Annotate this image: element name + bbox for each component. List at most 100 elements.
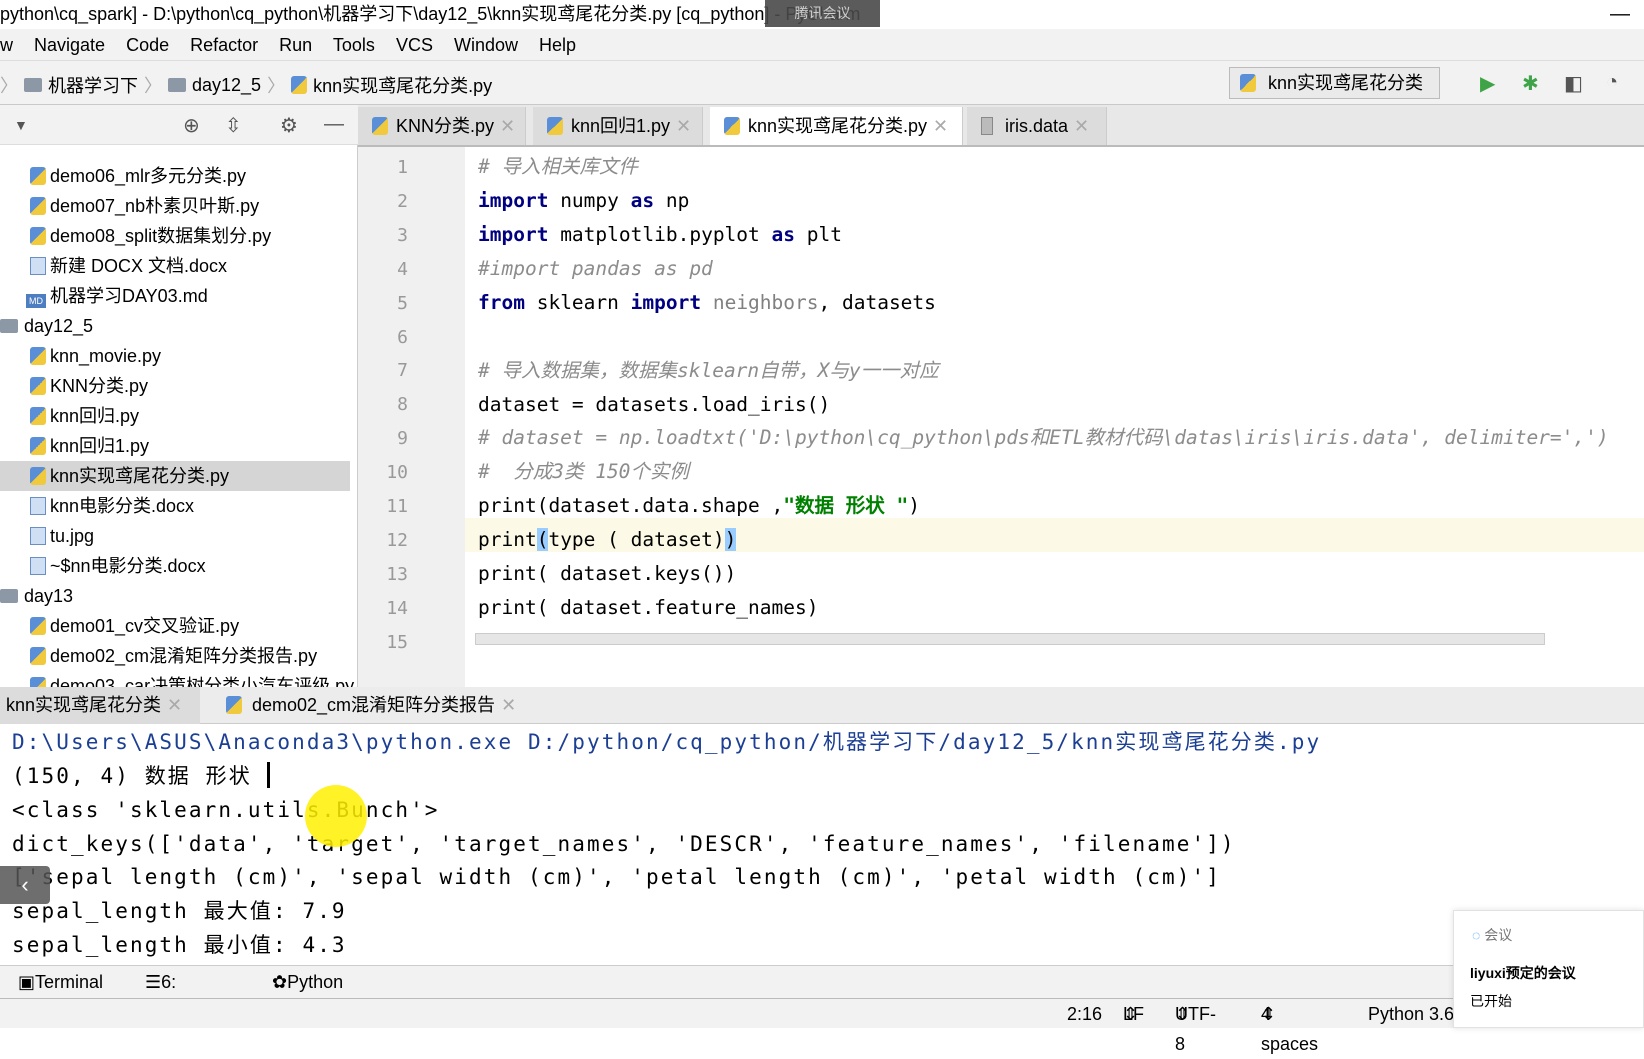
close-icon[interactable]: ✕ xyxy=(933,116,948,136)
line-separator[interactable]: LF ⇕ xyxy=(1123,999,1144,1029)
tree-item[interactable]: day13 xyxy=(0,581,350,611)
code-line: #import pandas as pd xyxy=(478,257,713,280)
line-number: 10 xyxy=(386,462,408,484)
coverage-icon[interactable]: ◧ xyxy=(1564,71,1583,96)
mouse-cursor-highlight xyxy=(305,785,367,847)
line-number: 1 xyxy=(397,157,408,178)
tree-item[interactable]: ~$nn电影分类.docx xyxy=(0,551,350,581)
menu-window[interactable]: Window xyxy=(454,35,518,55)
line-number: 7 xyxy=(397,360,408,382)
tree-item[interactable]: day12_5 xyxy=(0,311,350,341)
menu-tools[interactable]: Tools xyxy=(333,35,375,55)
code-line: import numpy as np xyxy=(478,189,690,212)
python-file-icon xyxy=(372,117,388,135)
run-tab-demo02[interactable]: demo02_cm混淆矩阵分类报告 ✕ xyxy=(220,687,522,724)
breadcrumb-item[interactable]: knn实现鸢尾花分类.py xyxy=(313,72,492,98)
hide-icon[interactable]: — xyxy=(324,113,344,136)
run-config-label: knn实现鸢尾花分类 xyxy=(1268,73,1424,93)
console-line: (150, 4) 数据 形状 xyxy=(12,759,270,793)
close-icon[interactable]: ✕ xyxy=(500,116,515,136)
close-icon[interactable]: ✕ xyxy=(1074,116,1089,136)
folder-icon xyxy=(168,78,186,92)
tab-knn-iris[interactable]: knn实现鸢尾花分类.py ✕ xyxy=(710,107,963,145)
tree-item[interactable]: demo07_nb朴素贝叶斯.py xyxy=(0,191,350,221)
menu-view[interactable]: w xyxy=(0,35,13,55)
run-icon[interactable]: ▶ xyxy=(1480,71,1495,96)
tree-item-label: demo02_cm混淆矩阵分类报告.py xyxy=(50,646,318,666)
run-config-dropdown[interactable]: knn实现鸢尾花分类 ⌄ xyxy=(1229,67,1440,123)
tree-item[interactable]: KNN分类.py xyxy=(0,371,350,401)
file-icon xyxy=(30,257,46,275)
tree-item[interactable]: tu.jpg xyxy=(0,521,350,551)
debug-icon[interactable]: ✱ xyxy=(1522,71,1539,96)
indent-setting[interactable]: 4 spaces ⇕ xyxy=(1261,999,1318,1054)
code-editor[interactable]: # 导入相关库文件 import numpy as np import matp… xyxy=(465,147,1644,687)
tree-item[interactable]: knn回归.py xyxy=(0,401,350,431)
file-encoding[interactable]: UTF-8 ⇕ xyxy=(1175,999,1216,1054)
line-number: 6 xyxy=(397,326,408,348)
side-collapse-handle[interactable]: ‹ xyxy=(0,866,50,904)
tab-knn-regression1[interactable]: knn回归1.py ✕ xyxy=(533,107,703,145)
line-number: 5 xyxy=(397,292,408,314)
tree-item[interactable]: demo02_cm混淆矩阵分类报告.py xyxy=(0,641,350,671)
close-icon[interactable]: ✕ xyxy=(676,116,691,136)
horizontal-scrollbar[interactable] xyxy=(475,633,1545,645)
tree-item-label: day12_5 xyxy=(24,316,94,336)
code-line: import matplotlib.pyplot as plt xyxy=(478,223,842,246)
caret-position[interactable]: 2:16 xyxy=(1067,999,1102,1029)
line-number: 3 xyxy=(397,224,408,246)
navigation-bar: 〉机器学习下 〉 day12_5 〉 knn实现鸢尾花分类.py knn实现鸢尾花分… xyxy=(0,61,1644,123)
meeting-notification[interactable]: ◌ 会议 liyuxi预定的会议 已开始 xyxy=(1453,910,1644,1028)
run-tab-knn-iris[interactable]: knn实现鸢尾花分类 ✕ xyxy=(0,687,200,724)
tree-item[interactable]: demo08_split数据集划分.py xyxy=(0,221,350,251)
profile-icon[interactable]: ◔ xyxy=(1606,71,1618,94)
close-icon[interactable]: ✕ xyxy=(167,695,182,715)
todo-button[interactable]: ☰ 6: TODO xyxy=(145,966,213,1025)
tree-item-label: demo06_mlr多元分类.py xyxy=(50,166,247,186)
minimize-button[interactable]: — xyxy=(1610,0,1630,29)
python-console-button[interactable]: ✿ Python Console xyxy=(272,966,353,1025)
tab-label: iris.data xyxy=(1005,116,1069,136)
tree-item[interactable]: knn实现鸢尾花分类.py xyxy=(0,461,350,491)
tab-iris-data[interactable]: iris.data ✕ xyxy=(967,107,1107,145)
console-line: dict_keys(['data', 'target', 'target_nam… xyxy=(12,832,1236,856)
collapse-all-icon[interactable]: ⇳ xyxy=(225,113,242,138)
tree-item[interactable]: demo06_mlr多元分类.py xyxy=(0,161,350,191)
meeting-overlay[interactable]: 腾讯会议 xyxy=(765,0,880,27)
python-file-icon xyxy=(30,197,46,215)
tree-item-label: KNN分类.py xyxy=(50,376,149,396)
code-line: print(dataset.data.shape ,"数据 形状 ") xyxy=(478,494,920,517)
editor-tabs: KNN分类.py ✕ knn回归1.py ✕ knn实现鸢尾花分类.py ✕ iris… xyxy=(358,105,1644,147)
close-icon[interactable]: ✕ xyxy=(501,695,516,715)
tab-knn-classify[interactable]: KNN分类.py ✕ xyxy=(358,107,526,145)
locate-icon[interactable]: ⊕ xyxy=(183,113,200,138)
tree-item-label: 新建 DOCX 文档.docx xyxy=(50,256,228,276)
run-console[interactable]: D:\Users\ASUS\Anaconda3\python.exe D:/py… xyxy=(0,724,1644,964)
menu-navigate[interactable]: Navigate xyxy=(34,35,105,55)
console-line: sepal_length 最小值: 4.3 xyxy=(12,933,347,957)
gear-icon[interactable]: ⚙ xyxy=(280,113,298,138)
tree-item[interactable]: MD 机器学习DAY03.md xyxy=(0,281,350,311)
python-icon xyxy=(1240,74,1256,92)
menu-refactor[interactable]: Refactor xyxy=(190,35,258,55)
folder-icon xyxy=(0,589,18,603)
line-number: 13 xyxy=(386,563,408,585)
tree-item[interactable]: 新建 DOCX 文档.docx xyxy=(0,251,350,281)
breadcrumb-item[interactable]: day12_5 xyxy=(192,75,261,96)
menu-vcs[interactable]: VCS xyxy=(396,35,433,55)
menu-help[interactable]: Help xyxy=(539,35,576,55)
tree-item[interactable]: knn_movie.py xyxy=(0,341,350,371)
chevron-down-icon[interactable]: ▼ xyxy=(14,117,28,133)
tree-item[interactable]: demo01_cv交叉验证.py xyxy=(0,611,350,641)
tree-item-label: demo07_nb朴素贝叶斯.py xyxy=(50,196,260,216)
menu-code[interactable]: Code xyxy=(126,35,169,55)
breadcrumb-item[interactable]: 机器学习下 xyxy=(48,72,138,98)
python-file-icon xyxy=(547,117,563,135)
interpreter[interactable]: Python 3.6 xyxy=(1368,999,1454,1029)
tree-item-label: knn回归1.py xyxy=(50,436,150,456)
file-icon xyxy=(30,527,46,545)
tree-item[interactable]: knn回归1.py xyxy=(0,431,350,461)
menu-run[interactable]: Run xyxy=(279,35,312,55)
tree-item[interactable]: knn电影分类.docx xyxy=(0,491,350,521)
terminal-button[interactable]: ▣ Terminal xyxy=(18,966,103,999)
